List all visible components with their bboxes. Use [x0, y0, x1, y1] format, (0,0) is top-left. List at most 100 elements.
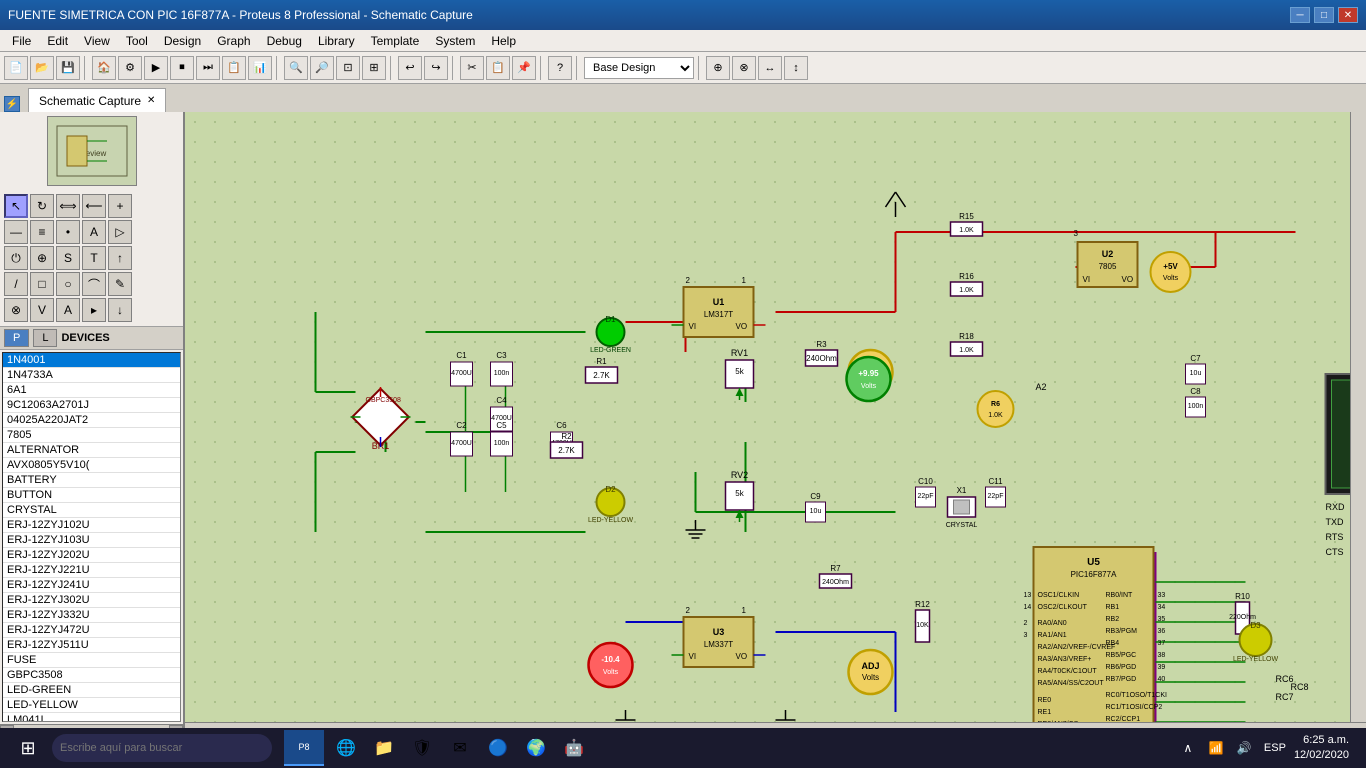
probe-tool[interactable]: ⊗ — [4, 298, 28, 322]
volume-icon[interactable]: 🔊 — [1232, 736, 1256, 760]
comp-erj221[interactable]: ERJ-12ZYJ221U — [3, 563, 180, 578]
design-select[interactable]: Base Design — [584, 57, 694, 79]
tb-fit[interactable]: ⊡ — [336, 56, 360, 80]
schematic-area[interactable]: BR1 GBPC3508 4700U C1 4700U C2 — [185, 112, 1366, 738]
menu-library[interactable]: Library — [310, 32, 363, 50]
explorer-icon[interactable]: 📁 — [368, 730, 400, 766]
tb-snap[interactable]: ⊞ — [362, 56, 386, 80]
mail-icon[interactable]: ✉ — [444, 730, 476, 766]
net-tool[interactable]: ⊕ — [30, 246, 54, 270]
select-tool[interactable]: ↖ — [4, 194, 28, 218]
network-icon[interactable]: 📶 — [1204, 736, 1228, 760]
comp-erj472[interactable]: ERJ-12ZYJ472U — [3, 623, 180, 638]
comp-erj332[interactable]: ERJ-12ZYJ332U — [3, 608, 180, 623]
menu-graph[interactable]: Graph — [209, 32, 258, 50]
menu-file[interactable]: File — [4, 32, 39, 50]
show-desktop[interactable] — [1353, 730, 1358, 766]
tb-home[interactable]: 🏠 — [92, 56, 116, 80]
chrome-icon[interactable]: 🌍 — [520, 730, 552, 766]
tb-config[interactable]: ⚙ — [118, 56, 142, 80]
menu-template[interactable]: Template — [363, 32, 428, 50]
comp-crystal[interactable]: CRYSTAL — [3, 503, 180, 518]
comp-04025A[interactable]: 04025A220JAT2 — [3, 413, 180, 428]
comp-erj102[interactable]: ERJ-12ZYJ102U — [3, 518, 180, 533]
tb-more3[interactable]: ↔ — [758, 56, 782, 80]
menu-debug[interactable]: Debug — [259, 32, 310, 50]
comp-6A1[interactable]: 6A1 — [3, 383, 180, 398]
tray-chevron[interactable]: ∧ — [1176, 736, 1200, 760]
tb-more1[interactable]: ⊕ — [706, 56, 730, 80]
tb-more4[interactable]: ↕ — [784, 56, 808, 80]
volt-probe[interactable]: V — [30, 298, 54, 322]
comp-erj302[interactable]: ERJ-12ZYJ302U — [3, 593, 180, 608]
tb-help[interactable]: ? — [548, 56, 572, 80]
arc-tool[interactable]: ⌒ — [82, 272, 106, 296]
port-tool[interactable]: ▷ — [108, 220, 132, 244]
menu-system[interactable]: System — [427, 32, 483, 50]
text-tool[interactable]: T — [82, 246, 106, 270]
comp-erj103[interactable]: ERJ-12ZYJ103U — [3, 533, 180, 548]
tb-copy[interactable]: 📋 — [486, 56, 510, 80]
menu-help[interactable]: Help — [483, 32, 524, 50]
comp-lm041l[interactable]: LM041L — [3, 713, 180, 722]
tb-redo[interactable]: ↪ — [424, 56, 448, 80]
panel-tab-l[interactable]: L — [33, 329, 57, 347]
tab-icon[interactable]: ⚡ — [4, 96, 20, 112]
component-list[interactable]: 1N4001 1N4733A 6A1 9C12063A2701J 04025A2… — [2, 352, 181, 722]
open-button[interactable]: 📂 — [30, 56, 54, 80]
power-tool[interactable]: ⏻ — [4, 246, 28, 270]
rotate-tool[interactable]: ↻ — [30, 194, 54, 218]
circle-tool[interactable]: ○ — [56, 272, 80, 296]
menu-edit[interactable]: Edit — [39, 32, 76, 50]
mirror-h-tool[interactable]: ⟺ — [56, 194, 80, 218]
line-tool[interactable]: / — [4, 272, 28, 296]
tb-zoom-in[interactable]: 🔍 — [284, 56, 308, 80]
comp-avx[interactable]: AVX0805Y5V10( — [3, 458, 180, 473]
menu-tool[interactable]: Tool — [118, 32, 156, 50]
store-icon[interactable]: 🛡 — [406, 730, 438, 766]
tb-stop[interactable]: ⏹ — [170, 56, 194, 80]
tb-board[interactable]: 📋 — [222, 56, 246, 80]
tb-undo[interactable]: ↩ — [398, 56, 422, 80]
script-tool[interactable]: S — [56, 246, 80, 270]
comp-gbpc[interactable]: GBPC3508 — [3, 668, 180, 683]
wire-tool[interactable]: — — [4, 220, 28, 244]
maximize-button[interactable]: □ — [1314, 7, 1334, 23]
edge-icon[interactable]: 🌐 — [330, 730, 362, 766]
vertical-scrollbar[interactable] — [1350, 112, 1366, 738]
clock[interactable]: 6:25 a.m. 12/02/2020 — [1294, 733, 1349, 764]
origin-tool[interactable]: + — [108, 194, 132, 218]
proteus-app[interactable]: P8 — [284, 730, 324, 766]
comp-erj511[interactable]: ERJ-12ZYJ511U — [3, 638, 180, 653]
mirror-v-tool[interactable]: ⟵ — [82, 194, 106, 218]
tb-cut[interactable]: ✂ — [460, 56, 484, 80]
robot-icon[interactable]: 🤖 — [558, 730, 590, 766]
schematic-capture-tab[interactable]: Schematic Capture ✕ — [28, 88, 166, 112]
marker-tool[interactable]: ▸ — [82, 298, 106, 322]
comp-7805[interactable]: 7805 — [3, 428, 180, 443]
new-button[interactable]: 📄 — [4, 56, 28, 80]
bus-tool[interactable]: ≡ — [30, 220, 54, 244]
tb-paste[interactable]: 📌 — [512, 56, 536, 80]
tb-graph[interactable]: 📊 — [248, 56, 272, 80]
taskbar-search[interactable] — [52, 734, 272, 762]
down-arrow-tool[interactable]: ↓ — [108, 298, 132, 322]
comp-alternator[interactable]: ALTERNATOR — [3, 443, 180, 458]
comp-battery[interactable]: BATTERY — [3, 473, 180, 488]
tb-more2[interactable]: ⊗ — [732, 56, 756, 80]
app6-icon[interactable]: 🔵 — [482, 730, 514, 766]
close-button[interactable]: ✕ — [1338, 7, 1358, 23]
rect-tool[interactable]: □ — [30, 272, 54, 296]
start-button[interactable]: ⊞ — [8, 730, 48, 766]
tb-zoom-out[interactable]: 🔎 — [310, 56, 334, 80]
tb-step[interactable]: ⏭ — [196, 56, 220, 80]
menu-design[interactable]: Design — [156, 32, 209, 50]
comp-button[interactable]: BUTTON — [3, 488, 180, 503]
up-arrow-tool[interactable]: ↑ — [108, 246, 132, 270]
comp-led-yellow[interactable]: LED-YELLOW — [3, 698, 180, 713]
minimize-button[interactable]: ─ — [1290, 7, 1310, 23]
junction-tool[interactable]: • — [56, 220, 80, 244]
comp-1N4733A[interactable]: 1N4733A — [3, 368, 180, 383]
panel-tab-p[interactable]: P — [4, 329, 29, 347]
comp-9C12063A[interactable]: 9C12063A2701J — [3, 398, 180, 413]
